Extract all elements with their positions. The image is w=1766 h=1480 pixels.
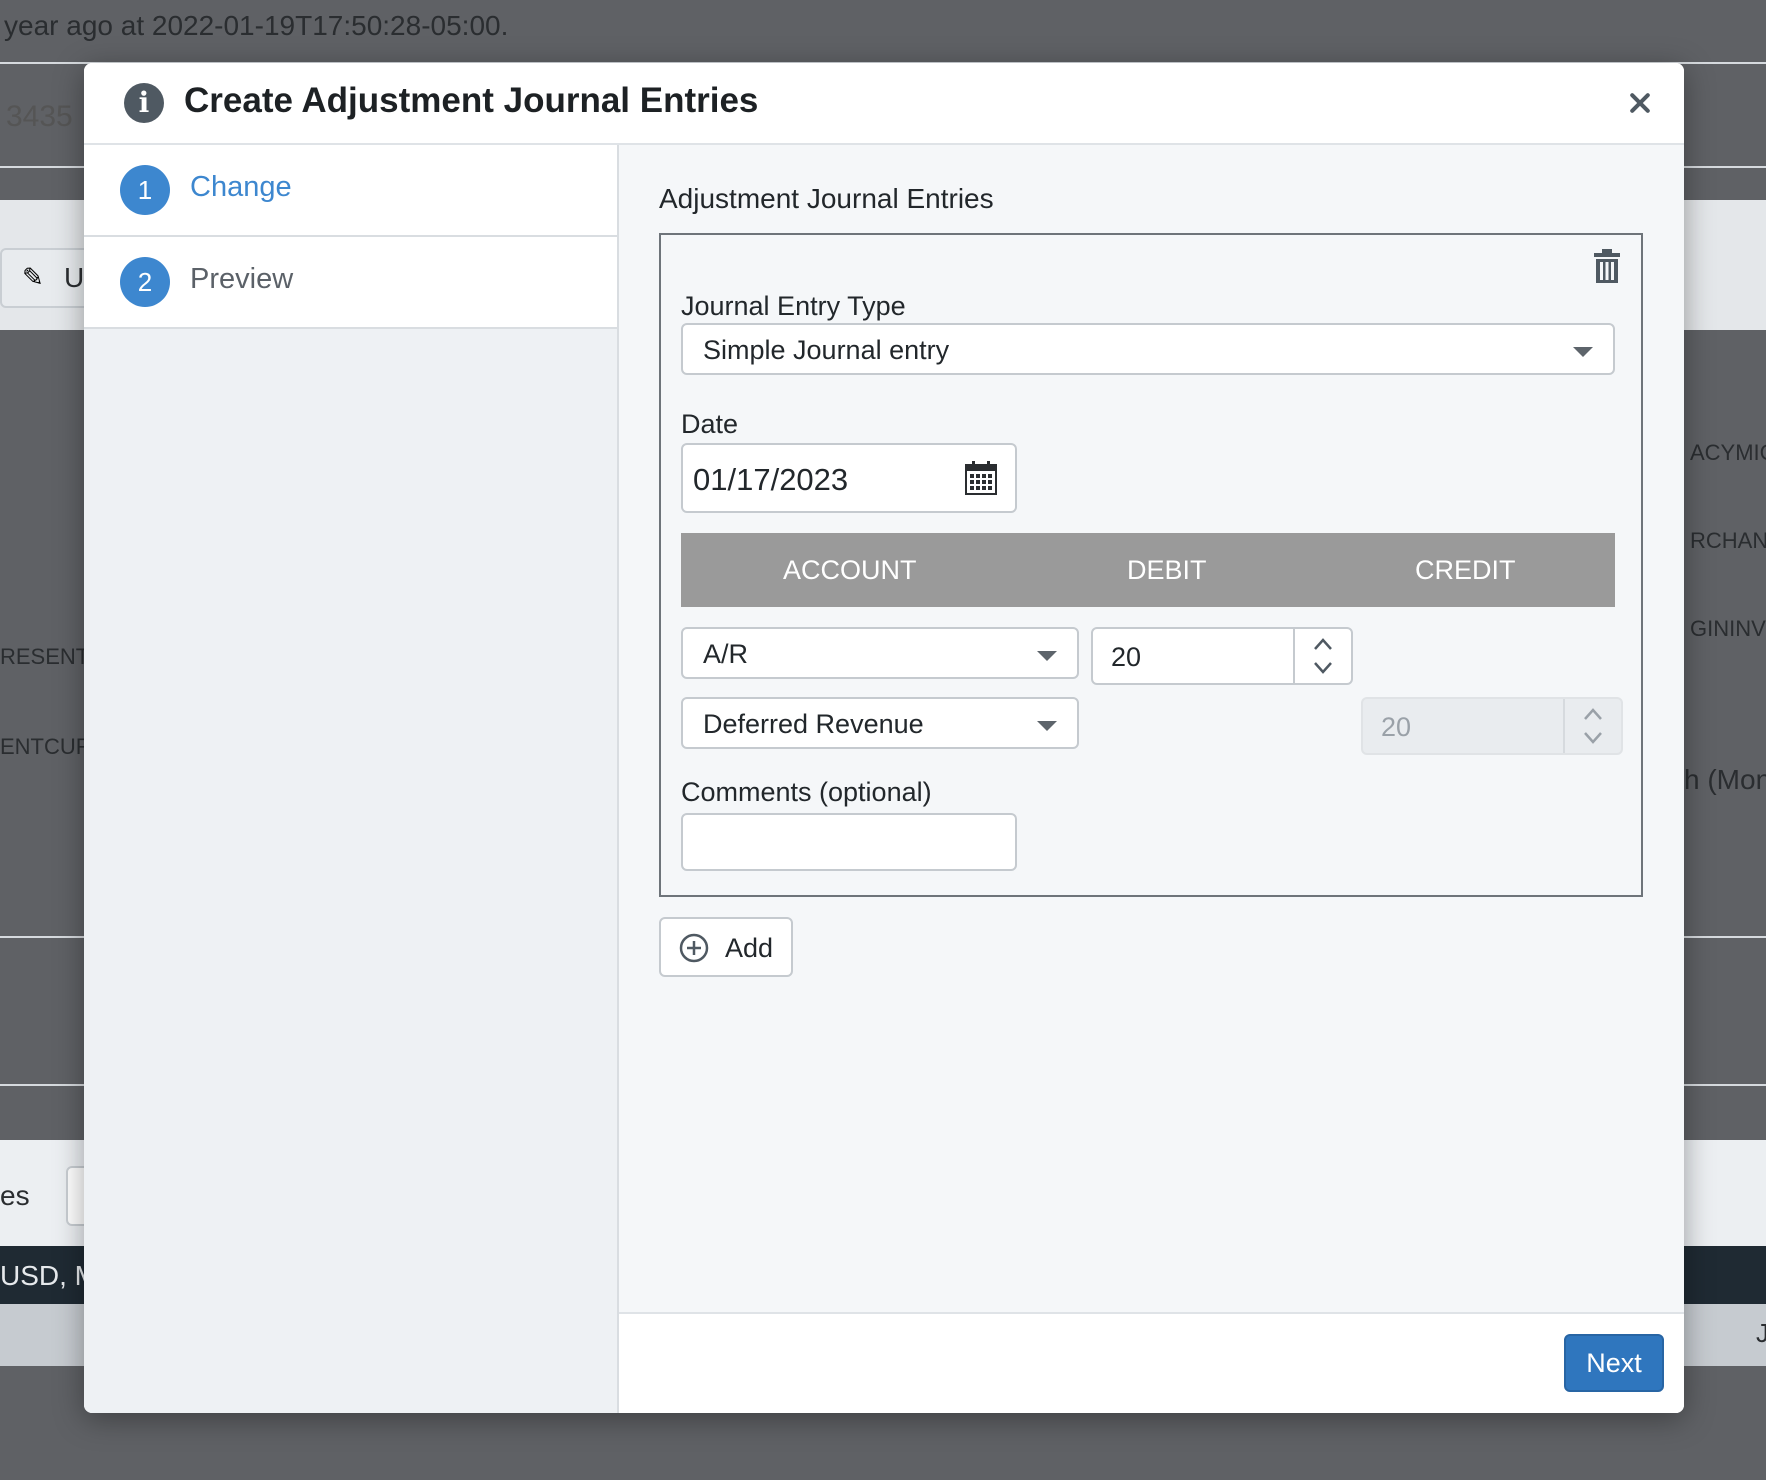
next-button[interactable]: Next — [1564, 1334, 1664, 1392]
step-label: Change — [190, 171, 292, 203]
comments-input[interactable] — [681, 813, 1017, 871]
number-spinner — [1293, 629, 1351, 683]
journal-entry-card: Journal Entry Type Simple Journal entry … — [659, 233, 1643, 897]
chevron-up-icon — [1584, 708, 1602, 720]
trash-icon[interactable] — [1593, 249, 1621, 283]
close-icon[interactable] — [1618, 81, 1662, 125]
date-input[interactable]: 01/17/2023 — [681, 443, 1017, 513]
step-change[interactable]: 1 Change — [84, 145, 617, 237]
chevron-down-icon — [1573, 347, 1593, 357]
select-value: Deferred Revenue — [703, 709, 924, 739]
plus-circle-icon — [679, 933, 709, 963]
chevron-up-icon[interactable] — [1313, 637, 1333, 651]
info-icon: i — [124, 83, 164, 123]
step-number: 1 — [120, 165, 170, 215]
header-account: ACCOUNT — [783, 555, 917, 585]
header-credit: CREDIT — [1415, 555, 1516, 585]
select-value: Simple Journal entry — [703, 335, 950, 365]
chevron-down-icon — [1584, 732, 1602, 744]
add-label: Add — [725, 933, 774, 963]
step-preview[interactable]: 2 Preview — [84, 237, 617, 329]
credit-value: 20 — [1381, 712, 1412, 742]
account-select[interactable]: Deferred Revenue — [681, 697, 1079, 749]
bg-id-text: 3435 — [6, 100, 73, 133]
journal-entry-type-label: Journal Entry Type — [681, 291, 906, 321]
debit-value: 20 — [1111, 642, 1142, 672]
step-number: 2 — [120, 257, 170, 307]
select-value: A/R — [703, 639, 749, 669]
debit-input[interactable]: 20 — [1091, 627, 1353, 685]
chevron-down-icon — [1037, 651, 1057, 661]
modal-title: Create Adjustment Journal Entries — [184, 81, 759, 120]
modal-footer: Next — [619, 1312, 1684, 1413]
step-content: Adjustment Journal Entries Journal Entry… — [619, 145, 1684, 1312]
section-title: Adjustment Journal Entries — [659, 183, 994, 214]
bg-status-text: year ago at 2022-01-19T17:50:28-05:00. — [4, 10, 509, 41]
entries-table-header: ACCOUNT DEBIT CREDIT — [681, 533, 1615, 607]
calendar-icon[interactable] — [965, 461, 997, 495]
step-label: Preview — [190, 263, 294, 295]
adjustment-modal: i Create Adjustment Journal Entries 1 Ch… — [84, 63, 1684, 1413]
credit-input: 20 — [1361, 697, 1623, 755]
bg-update-button: ✎ U — [0, 248, 94, 308]
add-entry-button[interactable]: Add — [659, 917, 793, 977]
wizard-steps: 1 Change 2 Preview — [84, 145, 619, 1413]
date-label: Date — [681, 409, 739, 439]
date-value: 01/17/2023 — [693, 462, 849, 497]
modal-header: i Create Adjustment Journal Entries — [84, 63, 1684, 145]
comments-label: Comments (optional) — [681, 777, 932, 807]
chevron-down-icon[interactable] — [1313, 661, 1333, 675]
header-debit: DEBIT — [1127, 555, 1207, 585]
account-select[interactable]: A/R — [681, 627, 1079, 679]
number-spinner — [1563, 699, 1621, 753]
chevron-down-icon — [1037, 721, 1057, 731]
journal-entry-type-select[interactable]: Simple Journal entry — [681, 323, 1615, 375]
